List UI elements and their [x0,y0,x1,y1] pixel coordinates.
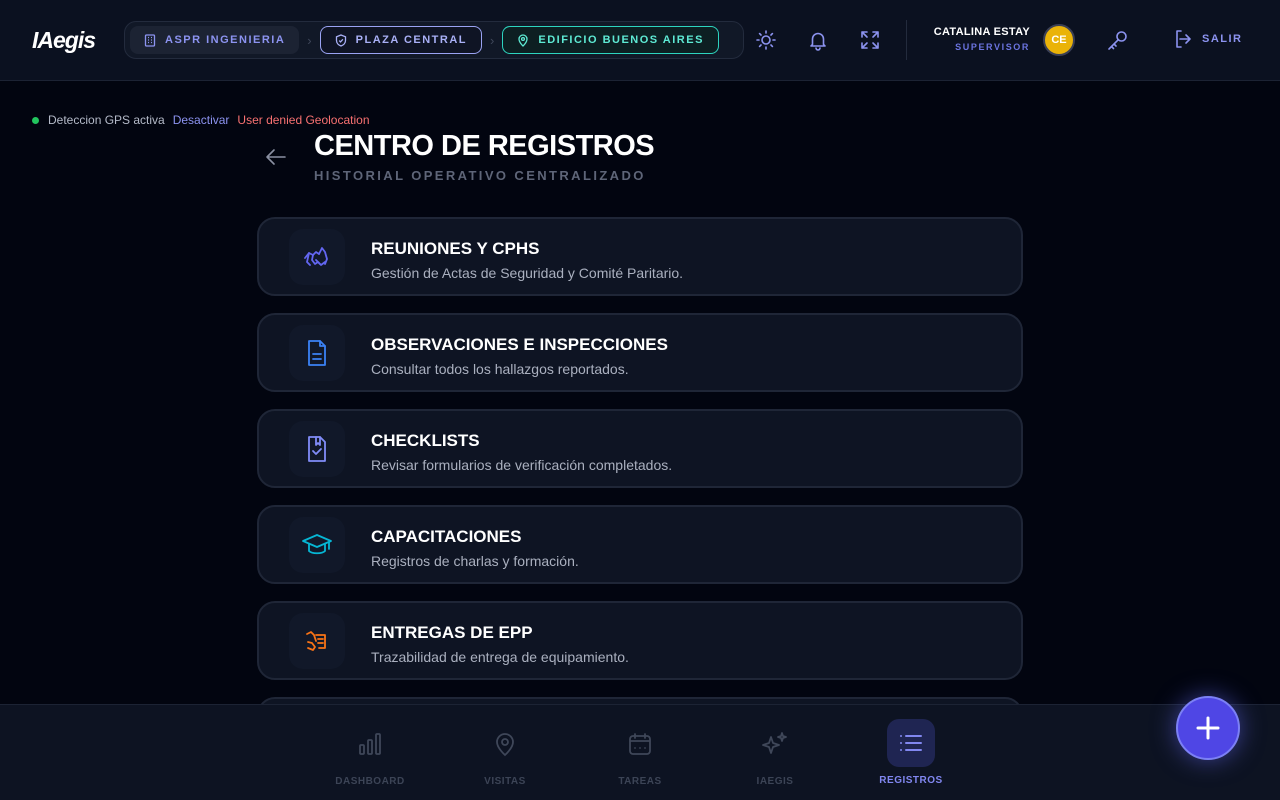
card-entregas-epp[interactable]: ENTREGAS DE EPP Trazabilidad de entrega … [257,601,1023,680]
fullscreen-button[interactable] [858,28,882,52]
handshake-icon [304,247,328,266]
logout-label: SALIR [1202,33,1243,45]
calendar-icon [629,733,651,755]
building-icon [144,33,156,47]
map-pin-icon [496,733,514,757]
user-name: CATALINA ESTAY [933,26,1030,38]
sparkles-icon [762,732,787,754]
nav-label: IAEGIS [756,776,794,787]
breadcrumb-building-label: EDIFICIO BUENOS AIRES [538,34,704,46]
checklist-icon [308,436,326,462]
gps-deactivate-link[interactable]: Desactivar [173,113,230,127]
theme-toggle-button[interactable] [754,28,778,52]
card-capacitaciones[interactable]: CAPACITACIONES Registros de charlas y fo… [257,505,1023,584]
nav-tareas[interactable]: TAREAS [580,705,700,800]
back-button[interactable] [264,146,288,173]
nav-icon-box [760,729,790,759]
card-description: Registros de charlas y formación. [371,553,579,569]
plus-icon [1196,716,1220,740]
card-description: Gestión de Actas de Seguridad y Comité P… [371,265,684,281]
sun-icon [756,30,776,50]
expand-icon [861,31,879,49]
avatar[interactable]: CE [1043,24,1075,56]
arrow-left-icon [266,149,286,165]
gps-status: Deteccion GPS activa Desactivar User den… [32,113,370,127]
gps-error-message: User denied Geolocation [237,113,370,127]
app-logo[interactable]: IAegis [32,27,96,54]
card-title: ENTREGAS DE EPP [371,623,533,642]
bell-icon [810,32,826,51]
nav-icon-box [355,729,385,759]
nav-label: VISITAS [484,776,526,787]
card-reuniones[interactable]: REUNIONES Y CPHS Gestión de Actas de Seg… [257,217,1023,296]
notifications-button[interactable] [806,28,830,52]
card-description: Consultar todos los hallazgos reportados… [371,361,629,377]
nav-icon-box [490,729,520,759]
graduation-cap-icon [302,534,332,555]
card-title: CHECKLISTS [371,431,480,450]
card-observaciones[interactable]: OBSERVACIONES E INSPECCIONES Consultar t… [257,313,1023,392]
change-password-button[interactable] [1106,28,1130,52]
breadcrumb-building[interactable]: EDIFICIO BUENOS AIRES [502,26,719,54]
card-title: CAPACITACIONES [371,527,522,546]
nav-label: DASHBOARD [335,776,405,787]
card-icon-box [289,229,345,285]
page-subtitle: HISTORIAL OPERATIVO CENTRALIZADO [314,168,646,183]
card-title: OBSERVACIONES E INSPECCIONES [371,335,668,354]
breadcrumb-company[interactable]: ASPR INGENIERIA [130,26,300,54]
logout-icon [1176,30,1191,48]
breadcrumb: ASPR INGENIERIA › PLAZA CENTRAL › EDIFIC… [124,21,744,59]
bottom-nav: DASHBOARD VISITAS TAREAS IAEGIS REGISTRO… [0,704,1280,800]
page-title: CENTRO DE REGISTROS [314,130,655,162]
nav-iaegis[interactable]: IAEGIS [715,705,835,800]
delivery-icon [306,631,326,651]
nav-visitas[interactable]: VISITAS [445,705,565,800]
breadcrumb-site-label: PLAZA CENTRAL [355,34,468,46]
breadcrumb-company-label: ASPR INGENIERIA [165,34,286,46]
card-icon-box [289,613,345,669]
header-divider [906,20,907,60]
gps-active-dot [32,116,39,124]
nav-registros[interactable]: REGISTROS [851,705,971,800]
card-icon-box [289,517,345,573]
map-pin-icon [518,33,529,47]
card-title: REUNIONES Y CPHS [371,239,540,258]
nav-label: TAREAS [618,776,662,787]
bar-chart-icon [359,733,381,755]
card-description: Revisar formularios de verificación comp… [371,457,673,473]
list-icon [900,735,922,751]
nav-label: REGISTROS [879,775,943,786]
logout-button[interactable]: SALIR [1172,28,1243,50]
card-icon-box [289,325,345,381]
shield-icon [335,33,346,47]
card-description: Trazabilidad de entrega de equipamiento. [371,649,629,665]
key-icon [1108,31,1127,50]
chevron-right-icon: › [490,32,495,48]
nav-dashboard[interactable]: DASHBOARD [310,705,430,800]
chevron-right-icon: › [307,32,312,48]
card-checklists[interactable]: CHECKLISTS Revisar formularios de verifi… [257,409,1023,488]
card-icon-box [289,421,345,477]
user-role: SUPERVISOR [955,42,1030,52]
nav-icon-box [887,719,935,767]
top-bar: IAegis ASPR INGENIERIA › PLAZA CENTRAL ›… [0,0,1280,81]
gps-status-text: Deteccion GPS activa [48,113,165,127]
nav-icon-box [625,729,655,759]
document-icon [308,340,326,366]
add-button[interactable] [1176,696,1240,760]
breadcrumb-site[interactable]: PLAZA CENTRAL [319,26,483,54]
